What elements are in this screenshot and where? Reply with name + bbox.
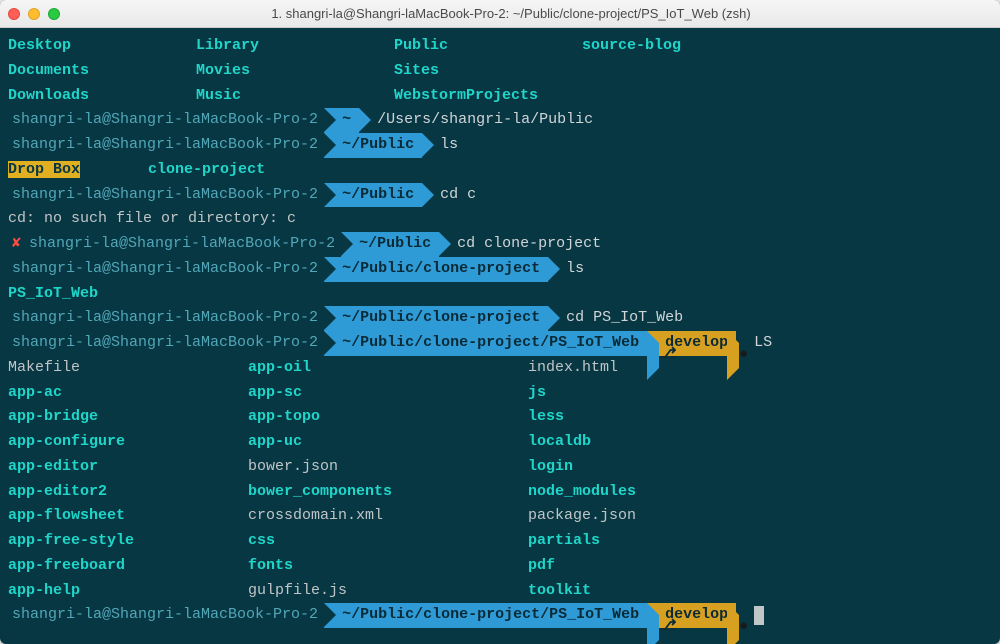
list-item: Public	[394, 34, 582, 59]
list-item: app-flowsheet	[8, 504, 248, 529]
prompt-line: shangri-la@Shangri-laMacBook-Pro-2 ~ /Us…	[8, 108, 992, 133]
command-text: cd PS_IoT_Web	[548, 306, 683, 331]
prompt-line: shangri-la@Shangri-laMacBook-Pro-2 ~/Pub…	[8, 306, 992, 331]
list-item: Documents	[8, 59, 196, 84]
prompt-host: shangri-la@Shangri-laMacBook-Pro-2	[8, 306, 324, 331]
titlebar[interactable]: 1. shangri-la@Shangri-laMacBook-Pro-2: ~…	[0, 0, 1000, 28]
ls-col: app-oilapp-scapp-topoapp-ucbower.jsonbow…	[248, 356, 528, 604]
list-item: css	[248, 529, 528, 554]
terminal-window: 1. shangri-la@Shangri-laMacBook-Pro-2: ~…	[0, 0, 1000, 644]
ls-col: Makefileapp-acapp-bridgeapp-configureapp…	[8, 356, 248, 604]
list-item: Makefile	[8, 356, 248, 381]
window-title: 1. shangri-la@Shangri-laMacBook-Pro-2: ~…	[30, 6, 992, 21]
cursor-icon	[754, 606, 764, 625]
list-item: bower.json	[248, 455, 528, 480]
prompt-path: ~/Public	[341, 232, 439, 257]
prompt-line-error: ✘ shangri-la@Shangri-laMacBook-Pro-2 ~/P…	[8, 232, 992, 257]
ls-col: Library Movies Music	[196, 34, 394, 108]
list-item: login	[528, 455, 636, 480]
prompt-path: ~/Public/clone-project	[324, 257, 548, 282]
prompt-host: shangri-la@Shangri-laMacBook-Pro-2	[8, 331, 324, 356]
list-item: localdb	[528, 430, 636, 455]
prompt-line-git: shangri-la@Shangri-laMacBook-Pro-2 ~/Pub…	[8, 331, 992, 356]
prompt-path: ~/Public	[324, 183, 422, 208]
list-item: less	[528, 405, 636, 430]
command-text: /Users/shangri-la/Public	[359, 108, 593, 133]
list-item: app-editor2	[8, 480, 248, 505]
list-item: source-blog	[582, 34, 681, 59]
list-item: app-uc	[248, 430, 528, 455]
list-item: app-editor	[8, 455, 248, 480]
terminal-content[interactable]: Desktop Documents Downloads Library Movi…	[0, 28, 1000, 644]
list-item: app-free-style	[8, 529, 248, 554]
prompt-line: shangri-la@Shangri-laMacBook-Pro-2 ~/Pub…	[8, 183, 992, 208]
git-branch-segment: develop	[647, 603, 736, 628]
prompt-host: shangri-la@Shangri-laMacBook-Pro-2	[8, 108, 324, 133]
list-item-highlighted: Drop Box	[8, 161, 80, 178]
error-text: cd: no such file or directory: c	[8, 207, 992, 232]
command-text: cd clone-project	[439, 232, 601, 257]
list-item: app-topo	[248, 405, 528, 430]
list-item: app-bridge	[8, 405, 248, 430]
prompt-path: ~/Public	[324, 133, 422, 158]
list-item: Music	[196, 84, 394, 109]
list-item: clone-project	[148, 161, 265, 178]
list-item: app-configure	[8, 430, 248, 455]
list-item: crossdomain.xml	[248, 504, 528, 529]
list-item: Movies	[196, 59, 394, 84]
error-x-icon: ✘	[8, 232, 25, 257]
list-item: gulpfile.js	[248, 579, 528, 604]
prompt-line: shangri-la@Shangri-laMacBook-Pro-2 ~/Pub…	[8, 257, 992, 282]
list-item: js	[528, 381, 636, 406]
list-item: app-ac	[8, 381, 248, 406]
list-item: partials	[528, 529, 636, 554]
prompt-host: shangri-la@Shangri-laMacBook-Pro-2	[8, 183, 324, 208]
list-item: app-oil	[248, 356, 528, 381]
ls-col: Public Sites WebstormProjects	[394, 34, 582, 108]
list-item: node_modules	[528, 480, 636, 505]
list-item: WebstormProjects	[394, 84, 582, 109]
list-item: PS_IoT_Web	[8, 282, 992, 307]
prompt-line: shangri-la@Shangri-laMacBook-Pro-2 ~/Pub…	[8, 133, 992, 158]
prompt-host: shangri-la@Shangri-laMacBook-Pro-2	[25, 232, 341, 257]
git-branch-segment: develop	[647, 331, 736, 356]
prompt-path: ~/Public/clone-project/PS_IoT_Web	[324, 603, 647, 628]
list-item: Downloads	[8, 84, 196, 109]
ls-col: index.htmljslesslocaldbloginnode_modules…	[528, 356, 636, 604]
ls-output-public: Drop Box clone-project	[8, 158, 992, 183]
list-item: toolkit	[528, 579, 636, 604]
prompt-host: shangri-la@Shangri-laMacBook-Pro-2	[8, 603, 324, 628]
list-item: Sites	[394, 59, 582, 84]
list-item: Desktop	[8, 34, 196, 59]
prompt-host: shangri-la@Shangri-laMacBook-Pro-2	[8, 133, 324, 158]
prompt-line-current: shangri-la@Shangri-laMacBook-Pro-2 ~/Pub…	[8, 603, 992, 628]
list-item: app-help	[8, 579, 248, 604]
list-item: Library	[196, 34, 394, 59]
list-item: app-sc	[248, 381, 528, 406]
list-item: package.json	[528, 504, 636, 529]
list-item: fonts	[248, 554, 528, 579]
ls-output-home: Desktop Documents Downloads Library Movi…	[8, 34, 992, 108]
list-item: pdf	[528, 554, 636, 579]
prompt-path: ~/Public/clone-project	[324, 306, 548, 331]
list-item: bower_components	[248, 480, 528, 505]
list-item: index.html	[528, 356, 636, 381]
list-item: app-freeboard	[8, 554, 248, 579]
ls-col: Desktop Documents Downloads	[8, 34, 196, 108]
close-icon[interactable]	[8, 8, 20, 20]
ls-output-project: Makefileapp-acapp-bridgeapp-configureapp…	[8, 356, 992, 604]
ls-col: source-blog	[582, 34, 681, 108]
prompt-path: ~/Public/clone-project/PS_IoT_Web	[324, 331, 647, 356]
prompt-host: shangri-la@Shangri-laMacBook-Pro-2	[8, 257, 324, 282]
